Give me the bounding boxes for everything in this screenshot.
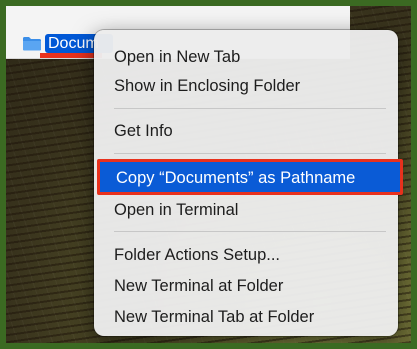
folder-icon [23,36,41,50]
menu-item-new-terminal-at-folder[interactable]: New Terminal at Folder [94,272,398,300]
context-menu: Open in New Tab Show in Enclosing Folder… [94,30,403,336]
menu-separator [114,231,386,232]
menu-item-folder-actions-setup[interactable]: Folder Actions Setup... [94,241,398,269]
menu-item-new-terminal-tab-at-folder[interactable]: New Terminal Tab at Folder [94,303,398,331]
menu-item-open-in-terminal[interactable]: Open in Terminal [94,196,398,224]
menu-separator [114,108,386,109]
menu-item-show-in-enclosing-folder[interactable]: Show in Enclosing Folder [94,72,398,100]
menu-item-open-in-new-tab[interactable]: Open in New Tab [94,43,398,71]
menu-item-copy-pathname[interactable]: Copy “Documents” as Pathname [97,159,403,195]
menu-separator [114,153,386,154]
menu-item-get-info[interactable]: Get Info [94,117,398,145]
annotation-underline [40,53,102,58]
